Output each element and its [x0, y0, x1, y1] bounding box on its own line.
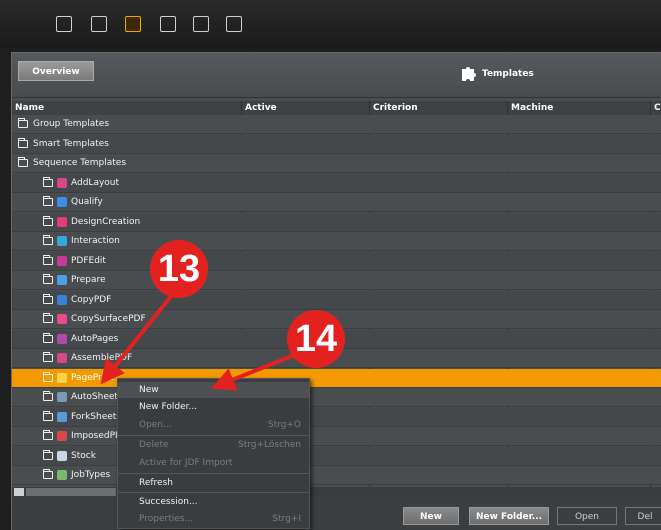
callout-badge-13: 13: [150, 240, 208, 298]
callout-arrow-14: [210, 350, 303, 391]
callout-arrow-13: [100, 283, 182, 385]
callout-arrows: [100, 283, 303, 391]
callout-badge-14: 14: [287, 310, 345, 368]
